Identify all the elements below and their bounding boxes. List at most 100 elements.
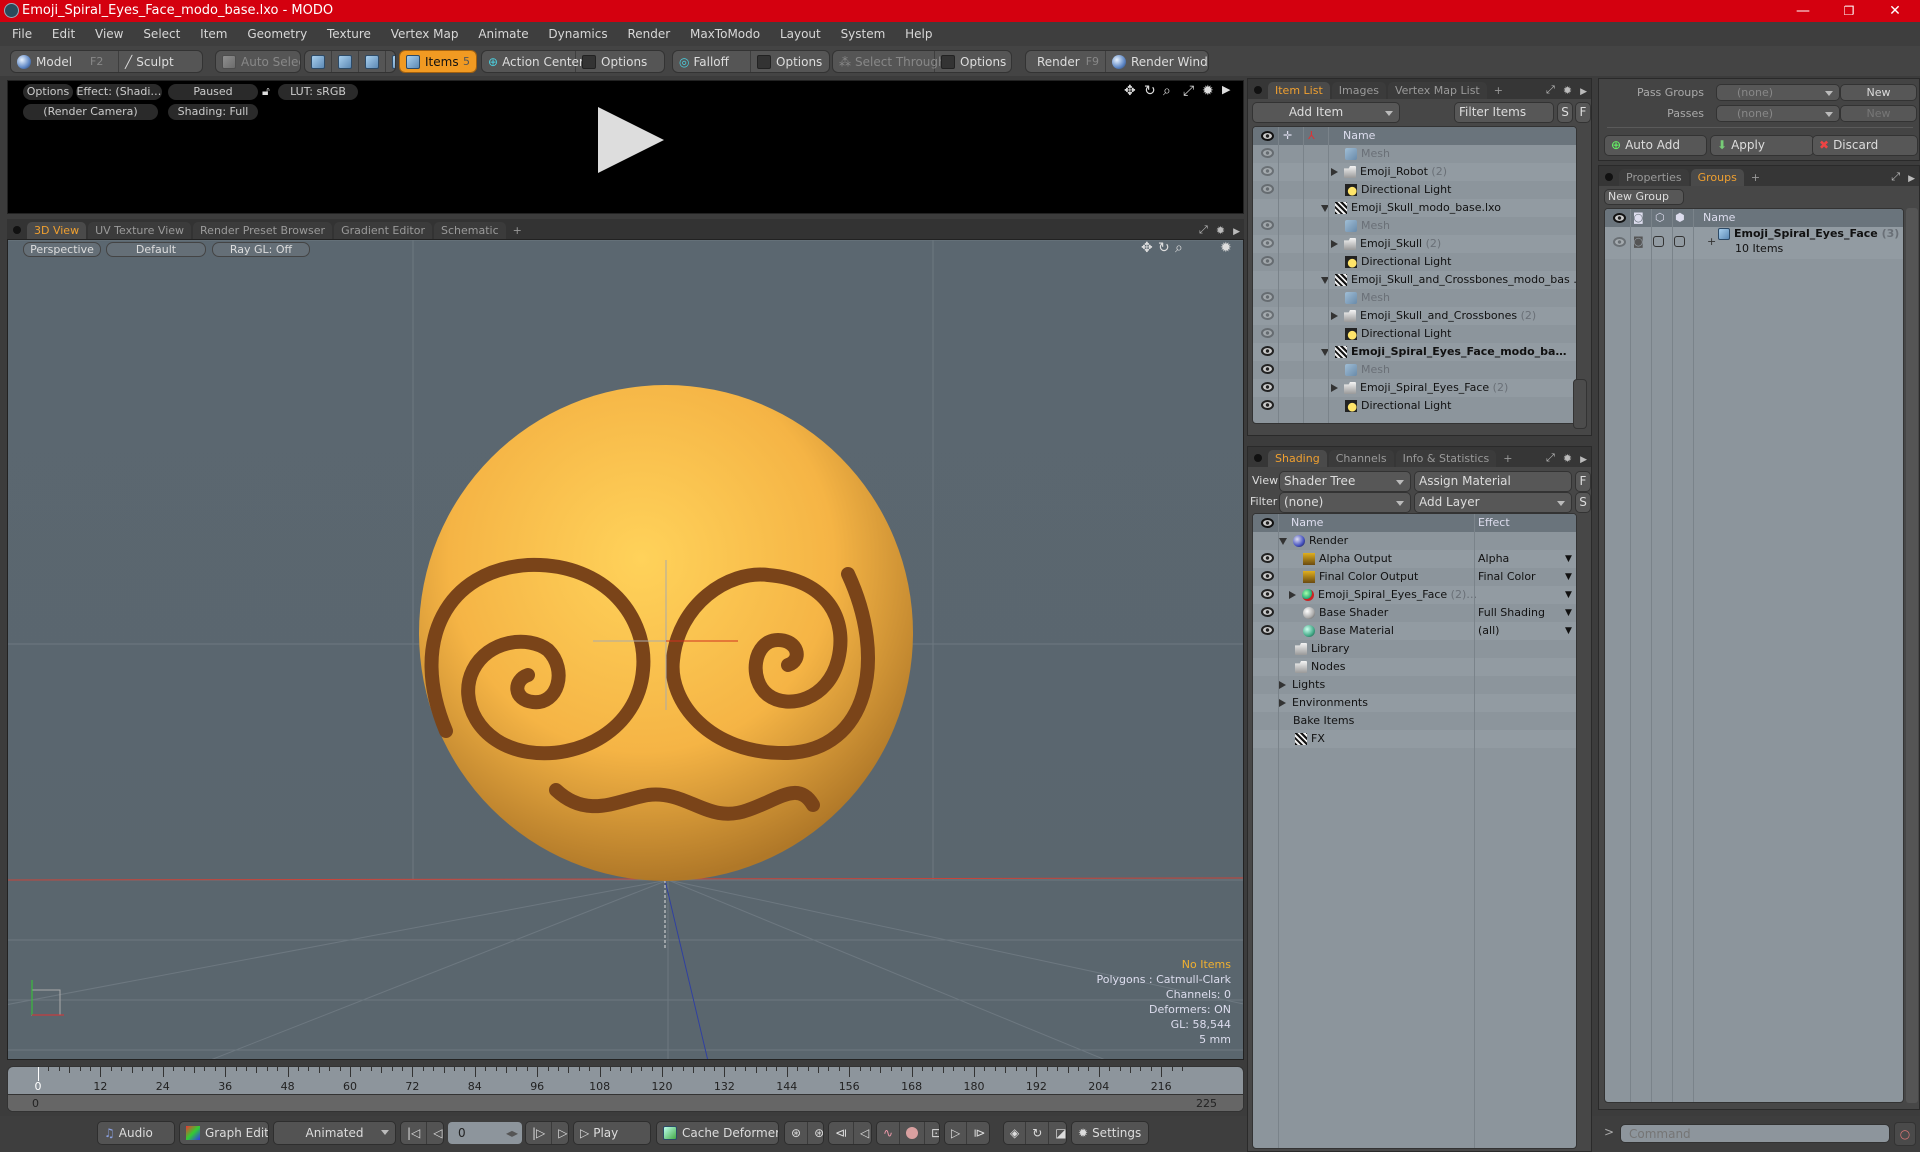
visibility-toggle-icon[interactable]	[1261, 184, 1274, 194]
maximize-icon[interactable]: ⤢	[1195, 223, 1212, 239]
polygons-mode-button[interactable]	[359, 51, 386, 72]
lock-checkbox[interactable]	[1653, 236, 1664, 247]
menu-edit[interactable]: Edit	[52, 27, 75, 41]
apply-button[interactable]: ⬇ Apply	[1710, 135, 1814, 156]
action-center-button[interactable]: ⊕ Action Center	[482, 51, 584, 72]
new-group-button[interactable]: New Group	[1604, 189, 1684, 205]
item-row[interactable]: Emoji_Robot (2)	[1253, 163, 1576, 181]
shading-dropdown[interactable]: Shading: Full	[168, 104, 258, 120]
zoom-icon[interactable]: ⌕	[1163, 83, 1171, 99]
action-center-options-button[interactable]: Options	[576, 51, 653, 72]
visibility-toggle-icon[interactable]	[1261, 256, 1274, 266]
item-row[interactable]: Directional Light	[1253, 181, 1576, 199]
tab-properties[interactable]: Properties	[1619, 169, 1689, 186]
items-mode-button[interactable]: Items 5	[399, 50, 477, 73]
menu-layout[interactable]: Layout	[780, 27, 821, 41]
collapse-arrow-icon[interactable]	[1279, 537, 1287, 545]
tab-schematic[interactable]: Schematic	[434, 222, 506, 239]
item-row[interactable]: Emoji_Spiral_Eyes_Face (2)	[1253, 379, 1576, 397]
falloff-button[interactable]: ◎ Falloff	[673, 51, 751, 72]
discard-button[interactable]: ✖ Discard	[1812, 135, 1918, 156]
menu-maxtomodo[interactable]: MaxToModo	[690, 27, 760, 41]
menu-render[interactable]: Render	[627, 27, 670, 41]
add-layer-dropdown[interactable]: Add Layer	[1414, 492, 1572, 513]
visibility-toggle-icon[interactable]	[1261, 553, 1274, 563]
chevron-down-icon[interactable]: ▼	[1565, 604, 1572, 622]
assign-material-button[interactable]: Assign Material	[1414, 471, 1572, 492]
visibility-toggle-icon[interactable]	[1613, 237, 1626, 247]
expand-arrow-icon[interactable]	[1279, 699, 1286, 707]
select-through-options-button[interactable]: Options	[935, 51, 1011, 72]
chevron-down-icon[interactable]: ▼	[1565, 568, 1572, 586]
visibility-toggle-icon[interactable]	[1261, 589, 1274, 599]
visibility-toggle-icon[interactable]	[1261, 400, 1274, 410]
maximize-icon[interactable]: ⤢	[1887, 170, 1904, 186]
shader-row[interactable]: Render	[1253, 532, 1576, 550]
visibility-toggle-icon[interactable]	[1261, 238, 1274, 248]
key-up-button[interactable]: ⊛	[785, 1122, 809, 1144]
expand-arrow-icon[interactable]	[1331, 168, 1338, 176]
vertices-mode-button[interactable]	[305, 51, 332, 72]
render-column-icon[interactable]: ◙	[1633, 209, 1644, 227]
timeline-range[interactable]: 0 225	[8, 1094, 1243, 1111]
key-item-button[interactable]: ◈	[1004, 1122, 1027, 1144]
command-input[interactable]	[1620, 1124, 1890, 1143]
menu-view[interactable]: View	[95, 27, 123, 41]
shader-row[interactable]: Environments	[1253, 694, 1576, 712]
menu-item[interactable]: Item	[200, 27, 227, 41]
effect-dropdown[interactable]: Full Shading	[1478, 604, 1545, 622]
go-to-start-button[interactable]: |◁	[401, 1122, 428, 1144]
gear-icon[interactable]: ✹	[1559, 84, 1576, 99]
item-row[interactable]: Mesh	[1253, 361, 1576, 379]
menu-texture[interactable]: Texture	[327, 27, 371, 41]
frame-stepper-icon[interactable]: ◂▸	[506, 1122, 518, 1144]
sculpt-mode-button[interactable]: ╱ Sculpt	[119, 51, 180, 72]
groups-scrollbar[interactable]	[1906, 208, 1918, 1103]
expand-plus-icon[interactable]: +	[1707, 235, 1716, 248]
visibility-toggle-icon[interactable]	[1261, 292, 1274, 302]
expand-arrow-icon[interactable]	[1289, 591, 1296, 599]
shader-row[interactable]: Library	[1253, 640, 1576, 658]
audio-button[interactable]: ♫ Audio	[97, 1121, 175, 1145]
expand-arrow-icon[interactable]	[1331, 312, 1338, 320]
gear-icon[interactable]: ✹	[1212, 224, 1229, 239]
lock-column-icon[interactable]: ⬡	[1655, 209, 1665, 227]
add-tab-icon[interactable]: +	[1489, 82, 1508, 99]
shader-row[interactable]: Emoji_Spiral_Eyes_Face (2)… ▼	[1253, 586, 1576, 604]
add-tab-icon[interactable]: +	[1746, 169, 1765, 186]
menu-select[interactable]: Select	[143, 27, 180, 41]
next-key-button[interactable]: ⧐	[967, 1122, 989, 1144]
rotate-icon[interactable]: ↻	[1158, 240, 1170, 256]
record-button[interactable]	[900, 1122, 926, 1144]
unlock-icon[interactable]: 🔓︎	[262, 84, 270, 99]
materials-mode-button[interactable]	[386, 51, 395, 72]
arrow-right-icon[interactable]: ▶	[1576, 87, 1591, 99]
f-button[interactable]: F	[1575, 471, 1591, 492]
render-button[interactable]: Render F9	[1026, 51, 1106, 72]
visibility-toggle-icon[interactable]	[1261, 364, 1274, 374]
item-row[interactable]: Emoji_Spiral_Eyes_Face_modo_ba…	[1253, 343, 1576, 361]
tab-item-list[interactable]: Item List	[1268, 82, 1330, 99]
shader-row[interactable]: Bake Items	[1253, 712, 1576, 730]
visibility-toggle-icon[interactable]	[1261, 382, 1274, 392]
menu-file[interactable]: File	[12, 27, 32, 41]
expand-arrow-icon[interactable]	[1331, 384, 1338, 392]
select-column-icon[interactable]: ⬢	[1675, 209, 1685, 227]
visibility-toggle-icon[interactable]	[1261, 571, 1274, 581]
item-list-scrollbar[interactable]	[1573, 379, 1587, 429]
auto-select-button[interactable]: Auto Select	[215, 50, 301, 73]
visibility-toggle-icon[interactable]	[1261, 328, 1274, 338]
auto-key-button[interactable]: ∿	[877, 1122, 901, 1144]
key-rotate-button[interactable]: ↻	[1026, 1122, 1050, 1144]
item-row[interactable]: Directional Light	[1253, 397, 1576, 415]
shader-row[interactable]: Alpha Output Alpha ▼	[1253, 550, 1576, 568]
cache-deformers-button[interactable]: Cache Deformers	[656, 1121, 779, 1145]
maximize-icon[interactable]: ⤢	[1542, 451, 1559, 467]
maximize-button[interactable]: ❐	[1826, 0, 1872, 22]
play-button[interactable]: ▷ Play	[573, 1121, 651, 1145]
tab-gradient-editor[interactable]: Gradient Editor	[334, 222, 432, 239]
key-back-button[interactable]: ◁	[854, 1122, 871, 1144]
go-to-end-button[interactable]: ▷|	[552, 1122, 568, 1144]
ray-gl-toggle[interactable]: Ray GL: Off	[212, 242, 310, 257]
shader-row[interactable]: Base Material (all) ▼	[1253, 622, 1576, 640]
